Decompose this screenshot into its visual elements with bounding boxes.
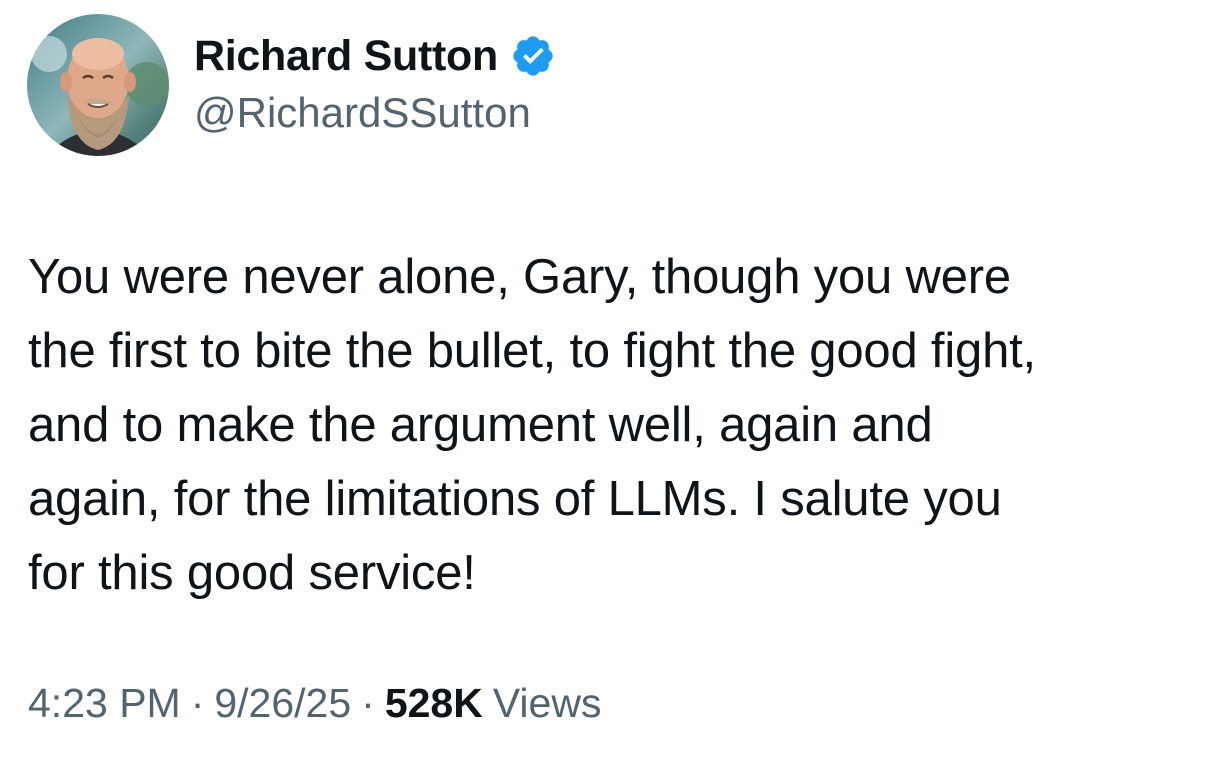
author-handle[interactable]: @RichardSSutton [194, 89, 556, 137]
name-row: Richard Sutton [194, 31, 556, 81]
avatar-photo-icon [27, 14, 169, 156]
views-label[interactable]: Views [493, 680, 602, 727]
tweet-text: You were never alone, Gary, though you w… [28, 250, 1036, 600]
verified-badge-icon[interactable] [510, 33, 556, 79]
tweet-header: Richard Sutton @RichardSSutton [27, 14, 556, 156]
meta-separator: · [361, 680, 375, 726]
views-count[interactable]: 528K [385, 680, 483, 727]
tweet-card: Richard Sutton @RichardSSutton You were … [0, 0, 1206, 764]
tweet-meta: 4:23 PM · 9/26/25 · 528K Views [28, 680, 601, 727]
meta-separator: · [190, 680, 205, 726]
tweet-date[interactable]: 9/26/25 [214, 680, 351, 727]
avatar[interactable] [27, 14, 169, 156]
display-name[interactable]: Richard Sutton [194, 32, 498, 81]
author-identity: Richard Sutton @RichardSSutton [194, 31, 556, 137]
tweet-time[interactable]: 4:23 PM [28, 680, 181, 727]
